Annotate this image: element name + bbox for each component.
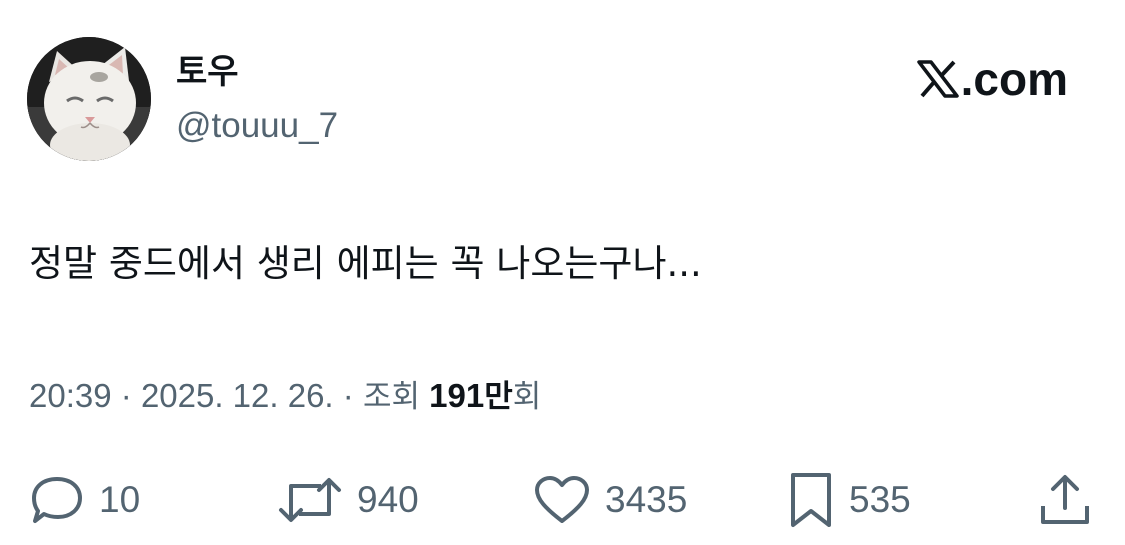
views-label: 조회 [362, 379, 420, 415]
views-count: 191 [429, 377, 485, 414]
brand-link[interactable]: .com [916, 52, 1068, 106]
avatar[interactable] [27, 37, 151, 161]
share-button[interactable] [1039, 470, 1091, 530]
reply-button[interactable]: 10 [29, 470, 140, 530]
tweet-meta: 20:39 · 2025. 12. 26. · 조회 191만회 [29, 373, 541, 420]
display-name[interactable]: 토우 [176, 50, 239, 94]
repost-count: 940 [357, 479, 419, 520]
heart-icon [535, 476, 589, 523]
tweet-time[interactable]: 20:39 [29, 377, 112, 414]
x-logo-icon [916, 60, 959, 98]
tweet-text: 정말 중드에서 생리 에피는 꼭 나오는구나... [29, 242, 702, 285]
bookmark-icon [791, 473, 831, 527]
repost-button[interactable]: 940 [277, 470, 419, 530]
meta-separator: · [342, 377, 354, 414]
share-icon [1041, 475, 1089, 524]
like-count: 3435 [605, 479, 688, 520]
handle[interactable]: @touuu_7 [176, 104, 338, 148]
reply-icon [32, 477, 82, 523]
meta-separator: · [120, 377, 132, 414]
bookmark-count: 535 [849, 479, 911, 520]
tweet-date[interactable]: 2025. 12. 26. [141, 377, 334, 414]
repost-icon [279, 478, 341, 522]
views-unit: 만 [484, 379, 513, 415]
bookmark-button[interactable]: 535 [787, 470, 911, 530]
like-button[interactable]: 3435 [533, 470, 687, 530]
action-bar: 10 940 3435 535 [0, 470, 1125, 530]
reply-count: 10 [99, 479, 141, 520]
brand-label: .com [960, 53, 1068, 105]
views-suffix: 회 [512, 379, 542, 415]
